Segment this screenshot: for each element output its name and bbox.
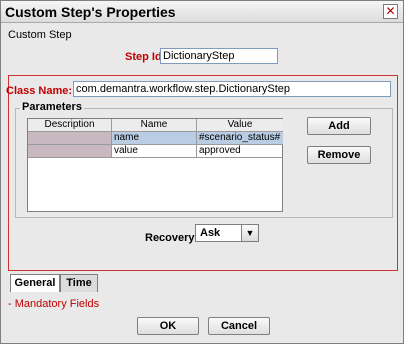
table-cell-value[interactable]: #scenario_status# [197,132,283,145]
table-cell-value[interactable]: approved [197,145,283,158]
table-cell-description[interactable] [28,132,112,145]
dialog-window: Custom Step's Properties ✕ Custom Step S… [0,0,404,344]
column-header-value[interactable]: Value [197,119,283,132]
class-name-input[interactable] [73,81,391,97]
class-name-label: Class Name: [6,85,73,97]
dialog-subtitle: Custom Step [8,29,72,41]
table-cell-name[interactable]: name [112,132,197,145]
recovery-select[interactable]: Ask ▼ [195,224,259,242]
tab-general[interactable]: General [10,274,60,292]
mandatory-fields-note: - Mandatory Fields [8,298,100,310]
chevron-down-icon[interactable]: ▼ [241,225,258,241]
recovery-selected-value: Ask [200,227,221,239]
parameters-table: Description Name Value name #scenario_st… [27,118,283,212]
table-cell-name[interactable]: value [112,145,197,158]
remove-button[interactable]: Remove [307,146,371,164]
close-icon[interactable]: ✕ [383,4,398,19]
title-bar: Custom Step's Properties ✕ [1,1,403,23]
ok-button[interactable]: OK [137,317,199,335]
column-header-name[interactable]: Name [112,119,197,132]
add-button[interactable]: Add [307,117,371,135]
table-cell-description[interactable] [28,145,112,158]
tab-time[interactable]: Time [60,274,98,292]
cancel-button[interactable]: Cancel [208,317,270,335]
step-id-label: Step Id [125,51,162,63]
recovery-label: Recovery: [145,232,199,244]
parameters-legend: Parameters [20,101,84,113]
dialog-title: Custom Step's Properties [5,4,176,20]
step-id-input[interactable] [160,48,278,64]
column-header-description[interactable]: Description [28,119,112,132]
